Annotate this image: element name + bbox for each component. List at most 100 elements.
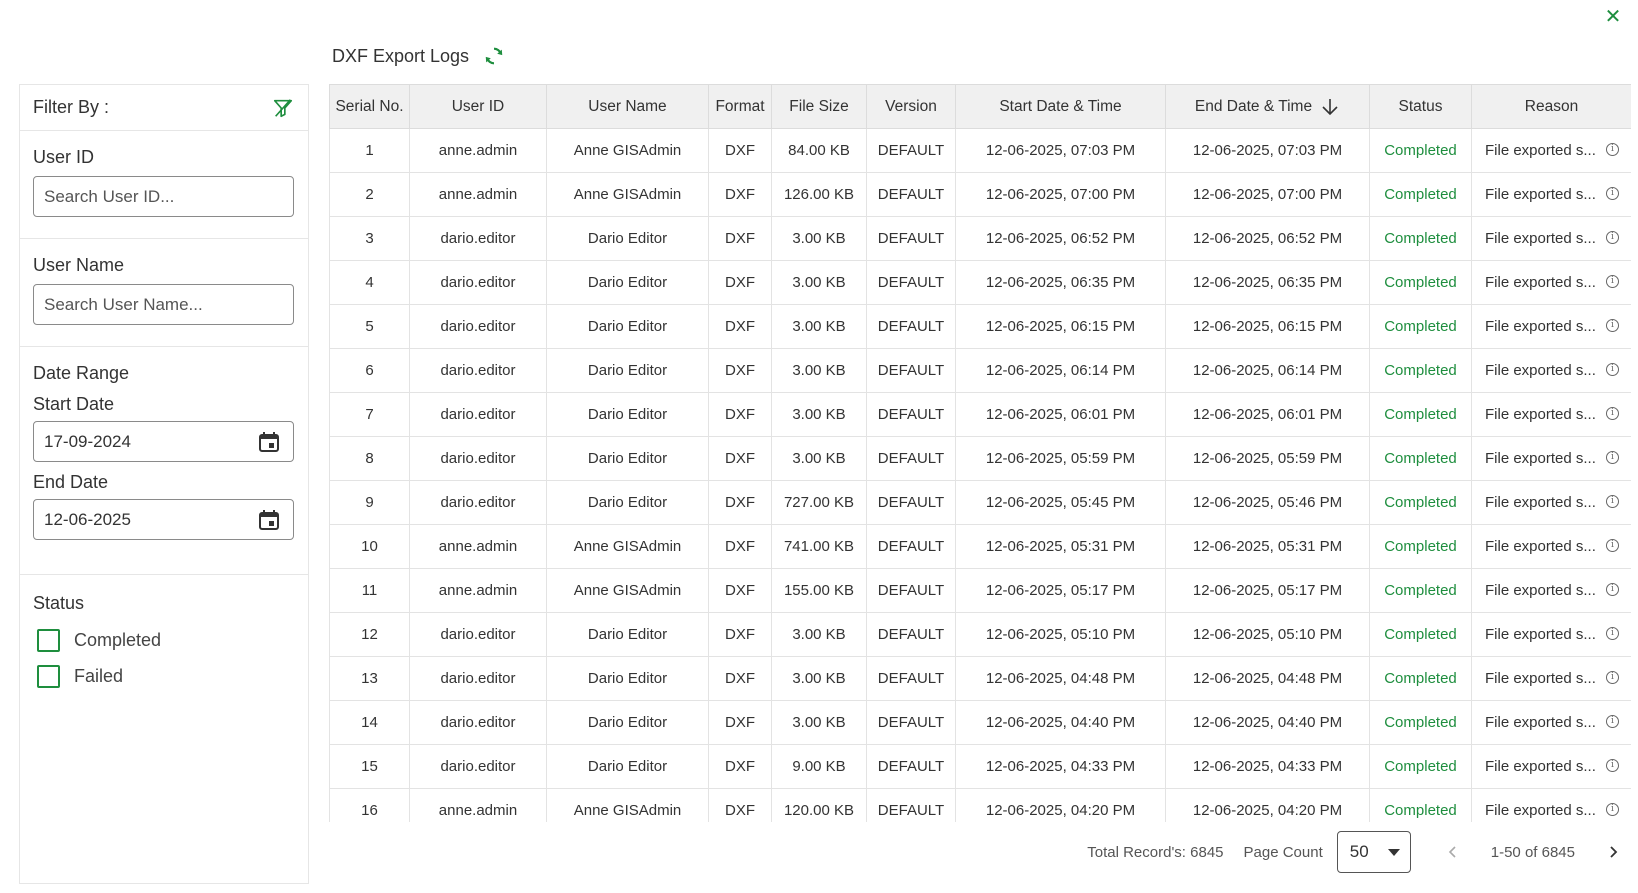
- refresh-icon[interactable]: [483, 45, 505, 67]
- cell-end-date: 12-06-2025, 05:59 PM: [1165, 436, 1370, 481]
- logs-table-container[interactable]: Serial No. User ID User Name Format File…: [329, 84, 1631, 822]
- cell-user-name: Dario Editor: [546, 480, 709, 525]
- reason-text: File exported s...: [1485, 274, 1596, 291]
- table-row[interactable]: 14 dario.editor Dario Editor DXF 3.00 KB DEFA…: [329, 700, 1631, 745]
- table-row[interactable]: 11 anne.admin Anne GISAdmin DXF 155.00 KB DEF…: [329, 568, 1631, 613]
- col-version[interactable]: Version: [866, 84, 956, 129]
- failed-checkbox[interactable]: [37, 664, 60, 688]
- status-failed-option[interactable]: Failed: [33, 658, 295, 694]
- table-row[interactable]: 9 dario.editor Dario Editor DXF 727.00 KB DEF…: [329, 480, 1631, 525]
- col-reason[interactable]: Reason: [1471, 84, 1631, 129]
- end-date-input[interactable]: 12-06-2025: [33, 499, 294, 540]
- cell-version: DEFAULT: [866, 568, 956, 613]
- cell-status: Completed: [1369, 172, 1472, 217]
- table-row[interactable]: 12 dario.editor Dario Editor DXF 3.00 KB DEFA…: [329, 612, 1631, 657]
- col-user-id[interactable]: User ID: [409, 84, 547, 129]
- calendar-icon[interactable]: [257, 508, 281, 532]
- info-icon[interactable]: i: [1606, 187, 1619, 200]
- cell-serial-no: 11: [329, 568, 410, 613]
- cell-end-date: 12-06-2025, 04:40 PM: [1165, 700, 1370, 745]
- cell-serial-no: 12: [329, 612, 410, 657]
- info-icon[interactable]: i: [1606, 363, 1619, 376]
- cell-reason: File exported s... i: [1471, 304, 1631, 349]
- info-icon[interactable]: i: [1606, 451, 1619, 464]
- start-date-input[interactable]: 17-09-2024: [33, 421, 294, 462]
- table-row[interactable]: 3 dario.editor Dario Editor DXF 3.00 KB DEFAU…: [329, 216, 1631, 261]
- page-size-select[interactable]: 50: [1336, 831, 1411, 873]
- cell-start-date: 12-06-2025, 05:45 PM: [955, 480, 1166, 525]
- info-icon[interactable]: i: [1606, 539, 1619, 552]
- table-row[interactable]: 2 anne.admin Anne GISAdmin DXF 126.00 KB DEFA…: [329, 172, 1631, 217]
- col-user-name[interactable]: User Name: [546, 84, 709, 129]
- cell-serial-no: 8: [329, 436, 410, 481]
- info-icon[interactable]: i: [1606, 143, 1619, 156]
- cell-format: DXF: [708, 260, 772, 305]
- col-start-date[interactable]: Start Date & Time: [955, 84, 1166, 129]
- calendar-icon[interactable]: [257, 430, 281, 454]
- table-row[interactable]: 7 dario.editor Dario Editor DXF 3.00 KB DEFAU…: [329, 392, 1631, 437]
- info-icon[interactable]: i: [1606, 275, 1619, 288]
- cell-reason: File exported s... i: [1471, 128, 1631, 173]
- info-icon[interactable]: i: [1606, 715, 1619, 728]
- info-icon[interactable]: i: [1606, 583, 1619, 596]
- cell-serial-no: 7: [329, 392, 410, 437]
- user-id-search-input[interactable]: [33, 176, 294, 217]
- completed-checkbox[interactable]: [37, 628, 60, 652]
- cell-reason: File exported s... i: [1471, 348, 1631, 393]
- table-row[interactable]: 5 dario.editor Dario Editor DXF 3.00 KB DEFAU…: [329, 304, 1631, 349]
- status-label: Status: [33, 593, 85, 613]
- col-serial-no[interactable]: Serial No.: [329, 84, 410, 129]
- filter-title: Filter By :: [33, 97, 110, 117]
- info-icon[interactable]: i: [1606, 803, 1619, 816]
- table-row[interactable]: 10 anne.admin Anne GISAdmin DXF 741.00 KB DEF…: [329, 524, 1631, 569]
- sort-down-icon[interactable]: [1320, 97, 1340, 117]
- chevron-left-icon[interactable]: [1441, 840, 1465, 864]
- info-icon[interactable]: i: [1606, 495, 1619, 508]
- table-row[interactable]: 6 dario.editor Dario Editor DXF 3.00 KB DEFAU…: [329, 348, 1631, 393]
- info-icon[interactable]: i: [1606, 407, 1619, 420]
- end-date-label: End Date: [33, 472, 109, 492]
- cell-start-date: 12-06-2025, 06:52 PM: [955, 216, 1166, 261]
- user-name-filter: User Name: [20, 239, 308, 347]
- cell-format: DXF: [708, 612, 772, 657]
- cell-version: DEFAULT: [866, 436, 956, 481]
- cell-status: Completed: [1369, 480, 1472, 525]
- table-row[interactable]: 15 dario.editor Dario Editor DXF 9.00 KB DEFA…: [329, 744, 1631, 789]
- date-range-filter: Date Range Start Date 17-09-2024 End Dat…: [20, 347, 308, 575]
- table-row[interactable]: 13 dario.editor Dario Editor DXF 3.00 KB DEFA…: [329, 656, 1631, 701]
- table-row[interactable]: 16 anne.admin Anne GISAdmin DXF 120.00 KB DEF…: [329, 788, 1631, 822]
- cell-version: DEFAULT: [866, 216, 956, 261]
- status-completed-option[interactable]: Completed: [33, 622, 295, 658]
- cell-user-name: Dario Editor: [546, 612, 709, 657]
- col-status[interactable]: Status: [1369, 84, 1472, 129]
- cell-format: DXF: [708, 788, 772, 822]
- info-icon[interactable]: i: [1606, 759, 1619, 772]
- user-name-search-input[interactable]: [33, 284, 294, 325]
- table-row[interactable]: 1 anne.admin Anne GISAdmin DXF 84.00 KB DEFAU…: [329, 128, 1631, 173]
- cell-reason: File exported s... i: [1471, 260, 1631, 305]
- cell-version: DEFAULT: [866, 348, 956, 393]
- table-row[interactable]: 8 dario.editor Dario Editor DXF 3.00 KB DEFAU…: [329, 436, 1631, 481]
- info-icon[interactable]: i: [1606, 319, 1619, 332]
- cell-format: DXF: [708, 744, 772, 789]
- col-file-size[interactable]: File Size: [771, 84, 867, 129]
- table-row[interactable]: 4 dario.editor Dario Editor DXF 3.00 KB DEFAU…: [329, 260, 1631, 305]
- reason-text: File exported s...: [1485, 186, 1596, 203]
- start-date-value: 17-09-2024: [44, 431, 131, 451]
- close-icon[interactable]: ✕: [1602, 6, 1624, 28]
- info-icon[interactable]: i: [1606, 671, 1619, 684]
- col-format[interactable]: Format: [708, 84, 772, 129]
- cell-file-size: 3.00 KB: [771, 656, 867, 701]
- chevron-right-icon[interactable]: [1601, 840, 1625, 864]
- info-icon[interactable]: i: [1606, 627, 1619, 640]
- reason-text: File exported s...: [1485, 670, 1596, 687]
- info-icon[interactable]: i: [1606, 231, 1619, 244]
- cell-reason: File exported s... i: [1471, 392, 1631, 437]
- cell-file-size: 120.00 KB: [771, 788, 867, 822]
- cell-status: Completed: [1369, 612, 1472, 657]
- cell-start-date: 12-06-2025, 06:01 PM: [955, 392, 1166, 437]
- cell-start-date: 12-06-2025, 07:03 PM: [955, 128, 1166, 173]
- clear-filter-icon[interactable]: [272, 97, 294, 119]
- col-end-date[interactable]: End Date & Time: [1165, 84, 1370, 129]
- cell-user-name: Dario Editor: [546, 392, 709, 437]
